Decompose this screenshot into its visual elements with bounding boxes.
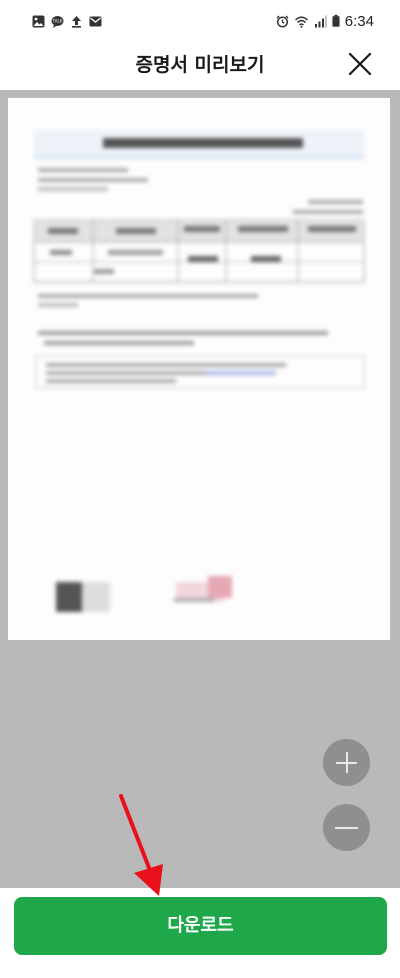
battery-icon (332, 14, 340, 27)
status-bar: TALK 6:34 (0, 0, 400, 40)
zoom-out-button[interactable] (323, 804, 370, 851)
mail-icon (89, 16, 102, 26)
certificate-document-page (8, 98, 390, 640)
close-icon[interactable] (348, 52, 372, 76)
certificate-preview-area[interactable] (0, 90, 400, 888)
chat-icon: TALK (51, 15, 64, 28)
wifi-icon (294, 16, 308, 28)
notification-icons: TALK (32, 13, 102, 29)
app-header: 증명서 미리보기 (0, 40, 400, 90)
system-icons: 6:34 (276, 12, 374, 30)
zoom-in-button[interactable] (323, 739, 370, 786)
bottom-action-bar: 다운로드 (0, 888, 400, 978)
blurred-document-content (33, 130, 365, 612)
minus-icon (335, 826, 358, 829)
clock-time: 6:34 (344, 12, 374, 30)
upload-icon (72, 15, 81, 28)
gallery-icon (32, 15, 45, 27)
alarm-icon (276, 15, 289, 28)
plus-icon-vertical (345, 752, 348, 773)
page-title: 증명서 미리보기 (135, 54, 265, 76)
signal-icon (314, 15, 327, 27)
svg-text:TALK: TALK (52, 18, 63, 23)
download-button[interactable]: 다운로드 (14, 897, 387, 955)
